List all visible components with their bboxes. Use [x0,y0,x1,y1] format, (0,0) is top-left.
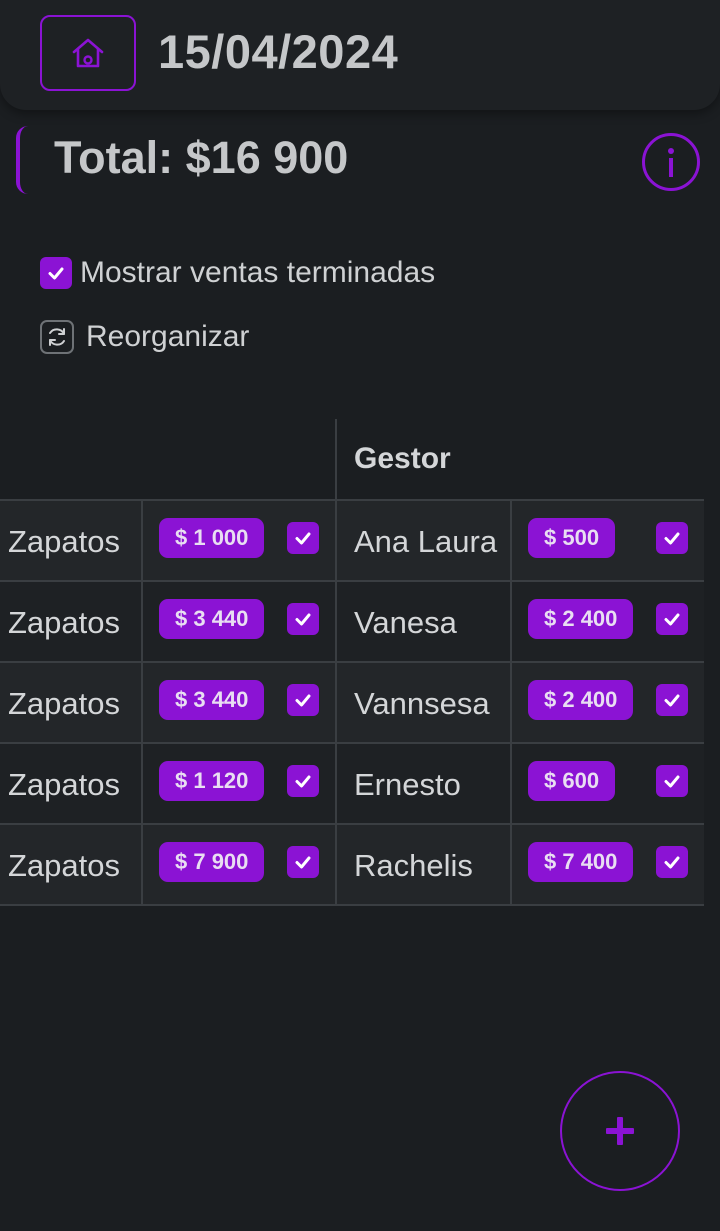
product-cell: Zapatos [0,580,143,663]
gestor-name: Vannsesa [354,686,490,721]
amount-badge[interactable]: $ 3 440 [159,680,265,720]
page-title-date: 15/04/2024 [158,25,399,78]
commission-paid-checkbox[interactable] [656,765,688,797]
gestor-name: Ana Laura [354,524,498,559]
product-name: Zapatos [8,848,121,883]
product-cell: Zapatos [0,661,143,744]
show-finished-checkbox[interactable] [40,257,72,289]
top-bar: 15/04/2024 [0,0,720,110]
reorganize-label: Reorganizar [86,320,250,353]
gestor-cell: Vanesa [335,580,512,663]
table-row: Zapatos $ 3 440 Vannsesa $ 2 400 [0,661,704,744]
total-accent-bar [16,126,28,194]
check-icon [664,856,680,869]
amount-badge[interactable]: $ 7 900 [159,842,265,882]
check-icon [664,613,680,626]
amount-cell: $ 7 900 [141,823,337,906]
refresh-icon [40,320,74,354]
check-icon [48,267,64,280]
amount-badge[interactable]: $ 1 000 [159,518,265,558]
commission-cell: $ 2 400 [510,661,704,744]
info-icon [668,148,674,177]
commission-cell: $ 2 400 [510,580,704,663]
commission-cell: $ 600 [510,742,704,825]
commission-badge[interactable]: $ 600 [528,761,616,801]
check-icon [295,532,311,545]
commission-paid-checkbox[interactable] [656,846,688,878]
amount-cell: $ 1 000 [141,499,337,582]
column-header-sale [0,419,337,501]
column-header-commission [511,419,704,501]
check-icon [295,856,311,869]
gestor-cell: Rachelis [335,823,512,906]
table-row: Zapatos $ 1 120 Ernesto $ 600 [0,742,704,825]
commission-paid-checkbox[interactable] [656,684,688,716]
total-amount: Total: $16 900 [54,132,349,183]
product-cell: Zapatos [0,499,143,582]
gestor-name: Vanesa [354,605,457,640]
show-finished-label: Mostrar ventas terminadas [80,256,436,289]
amount-cell: $ 3 440 [141,580,337,663]
reorganize-button[interactable]: Reorganizar [40,320,249,354]
commission-badge[interactable]: $ 2 400 [528,680,634,720]
check-icon [295,775,311,788]
product-name: Zapatos [8,605,121,640]
commission-cell: $ 500 [510,499,704,582]
amount-paid-checkbox[interactable] [287,603,319,635]
column-header-gestor: Gestor [335,419,511,501]
gestor-cell: Ernesto [335,742,512,825]
home-button[interactable] [40,15,136,91]
table-row: Zapatos $ 1 000 Ana Laura $ 500 [0,499,704,582]
amount-cell: $ 1 120 [141,742,337,825]
commission-paid-checkbox[interactable] [656,603,688,635]
gestor-name: Ernesto [354,767,461,802]
sales-table: Gestor Zapatos $ 1 000 Ana Laura $ 500 Zapat… [0,419,704,906]
check-icon [295,694,311,707]
gestor-cell: Vannsesa [335,661,512,744]
amount-paid-checkbox[interactable] [287,522,319,554]
table-header-row: Gestor [0,419,704,501]
plus-icon [606,1117,634,1145]
commission-paid-checkbox[interactable] [656,522,688,554]
amount-paid-checkbox[interactable] [287,684,319,716]
commission-badge[interactable]: $ 500 [528,518,616,558]
check-icon [664,775,680,788]
product-cell: Zapatos [0,823,143,906]
gestor-cell: Ana Laura [335,499,512,582]
home-icon [72,38,104,68]
amount-badge[interactable]: $ 3 440 [159,599,265,639]
amount-badge[interactable]: $ 1 120 [159,761,265,801]
check-icon [295,613,311,626]
info-button[interactable] [642,133,700,191]
product-name: Zapatos [8,524,121,559]
show-finished-option[interactable]: Mostrar ventas terminadas [40,256,435,290]
amount-cell: $ 3 440 [141,661,337,744]
product-name: Zapatos [8,686,121,721]
commission-badge[interactable]: $ 7 400 [528,842,634,882]
product-name: Zapatos [8,767,121,802]
commission-cell: $ 7 400 [510,823,704,906]
amount-paid-checkbox[interactable] [287,765,319,797]
check-icon [664,694,680,707]
commission-badge[interactable]: $ 2 400 [528,599,634,639]
amount-paid-checkbox[interactable] [287,846,319,878]
gestor-name: Rachelis [354,848,473,883]
table-row: Zapatos $ 7 900 Rachelis $ 7 400 [0,823,704,906]
product-cell: Zapatos [0,742,143,825]
add-sale-button[interactable] [560,1071,680,1191]
table-row: Zapatos $ 3 440 Vanesa $ 2 400 [0,580,704,663]
check-icon [664,532,680,545]
